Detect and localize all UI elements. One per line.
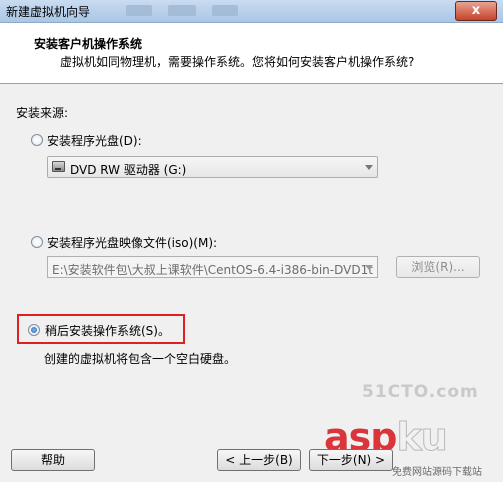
watermark-51cto: 51CTO.com <box>362 382 479 402</box>
iso-path-input[interactable]: E:\安装软件包\大叔上课软件\CentOS-6.4-i386-bin-DVD1… <box>47 256 378 278</box>
blurred-menu-item <box>168 5 196 16</box>
disc-drive-value: DVD RW 驱动器 (G:) <box>70 163 187 177</box>
chevron-down-icon <box>365 265 373 270</box>
back-button[interactable]: < 上一步(B) <box>217 449 301 471</box>
window-title: 新建虚拟机向导 <box>6 5 91 19</box>
chevron-down-icon <box>365 165 373 170</box>
page-title: 安装客户机操作系统 <box>34 37 143 51</box>
blurred-menu-item <box>126 5 152 16</box>
iso-option-label[interactable]: 安装程序光盘映像文件(iso)(M): <box>47 234 217 251</box>
install-later-radio[interactable] <box>28 324 40 336</box>
dvd-drive-icon <box>52 161 65 172</box>
browse-button[interactable]: 浏览(R)... <box>396 256 480 278</box>
help-button[interactable]: 帮助 <box>11 449 95 471</box>
install-later-description: 创建的虚拟机将包含一个空白硬盘。 <box>44 352 237 366</box>
install-later-label[interactable]: 稍后安装操作系统(S)。 <box>45 322 170 339</box>
close-button[interactable]: x <box>455 1 497 21</box>
title-bar: 新建虚拟机向导 x <box>0 0 503 23</box>
page-subtitle: 虚拟机如同物理机，需要操作系统。您将如何安装客户机操作系统? <box>60 55 415 69</box>
disc-option-label[interactable]: 安装程序光盘(D): <box>47 132 142 149</box>
blurred-menu-item <box>212 5 238 16</box>
disc-drive-select[interactable]: DVD RW 驱动器 (G:) <box>47 156 378 178</box>
wizard-header: 安装客户机操作系统 虚拟机如同物理机，需要操作系统。您将如何安装客户机操作系统? <box>0 23 503 84</box>
iso-radio[interactable] <box>31 236 43 248</box>
next-button[interactable]: 下一步(N) > <box>309 449 393 471</box>
disc-radio[interactable] <box>31 134 43 146</box>
install-source-label: 安装来源: <box>16 106 69 120</box>
watermark-tagline: 免费网站源码下载站 <box>392 467 482 478</box>
watermark-ku: ku <box>396 415 448 459</box>
iso-path-value: E:\安装软件包\大叔上课软件\CentOS-6.4-i386-bin-DVD1… <box>52 263 373 277</box>
